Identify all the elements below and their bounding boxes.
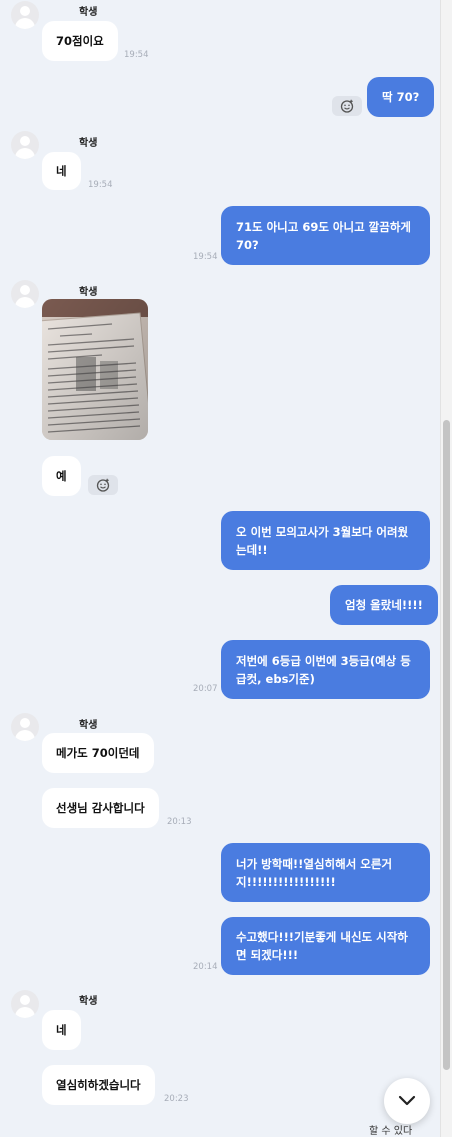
message-bubble[interactable]: 수고했다!!!기분좋게 내신도 시작하면 되겠다!!! (221, 917, 430, 975)
avatar[interactable] (11, 280, 39, 308)
add-reaction-button[interactable] (88, 475, 118, 495)
message-bubble[interactable]: 너가 방학때!!열심히해서 오른거지!!!!!!!!!!!!!!!!! (221, 843, 430, 902)
message-bubble[interactable]: 71도 아니고 69도 아니고 깔끔하게 70? (221, 206, 430, 265)
document-photo (42, 299, 148, 440)
avatar[interactable] (11, 990, 39, 1018)
message-bubble[interactable]: 70점이요 (42, 21, 118, 61)
sender-name: 학생 (79, 287, 98, 298)
message-bubble[interactable]: 선생님 감사합니다 (42, 788, 159, 828)
message-time: 20:14 (193, 962, 218, 972)
scroll-to-bottom-button[interactable] (384, 1078, 430, 1124)
emoji-add-icon (340, 99, 354, 113)
avatar[interactable] (11, 713, 39, 741)
avatar[interactable] (11, 1, 39, 29)
message-time: 19:54 (88, 180, 113, 190)
photo-attachment[interactable] (42, 299, 148, 440)
message-bubble[interactable]: 열심히하겠습니다 (42, 1065, 155, 1105)
scrollbar-thumb[interactable] (443, 420, 450, 1070)
message-bubble[interactable]: 저번에 6등급 이번에 3등급(예상 등급컷, ebs기준) (221, 640, 430, 699)
message-time: 19:54 (193, 252, 218, 262)
partial-message-text: 할 수 있다 (369, 1126, 413, 1137)
add-reaction-button[interactable] (332, 96, 362, 116)
chat-area: 학생 70점이요 19:54 딱 70? 학생 네 19:54 19:54 71… (0, 0, 440, 1137)
sender-name: 학생 (79, 138, 98, 149)
message-bubble[interactable]: 메가도 70이던데 (42, 733, 154, 773)
chevron-down-icon (398, 1095, 416, 1106)
message-bubble[interactable]: 오 이번 모의고사가 3월보다 어려웠는데!! (221, 511, 430, 570)
message-time: 20:23 (164, 1094, 189, 1104)
avatar[interactable] (11, 131, 39, 159)
message-time: 19:54 (124, 50, 149, 60)
sender-name: 학생 (79, 720, 98, 731)
message-time: 20:07 (193, 684, 218, 694)
message-time: 20:13 (167, 817, 192, 827)
message-bubble[interactable]: 네 (42, 152, 81, 190)
sender-name: 학생 (79, 996, 98, 1007)
emoji-add-icon (96, 478, 110, 492)
message-bubble[interactable]: 예 (42, 456, 81, 496)
message-bubble[interactable]: 딱 70? (367, 77, 435, 117)
message-bubble[interactable]: 네 (42, 1010, 81, 1050)
sender-name: 학생 (79, 7, 98, 18)
message-bubble[interactable]: 엄청 올랐네!!!! (330, 585, 438, 625)
